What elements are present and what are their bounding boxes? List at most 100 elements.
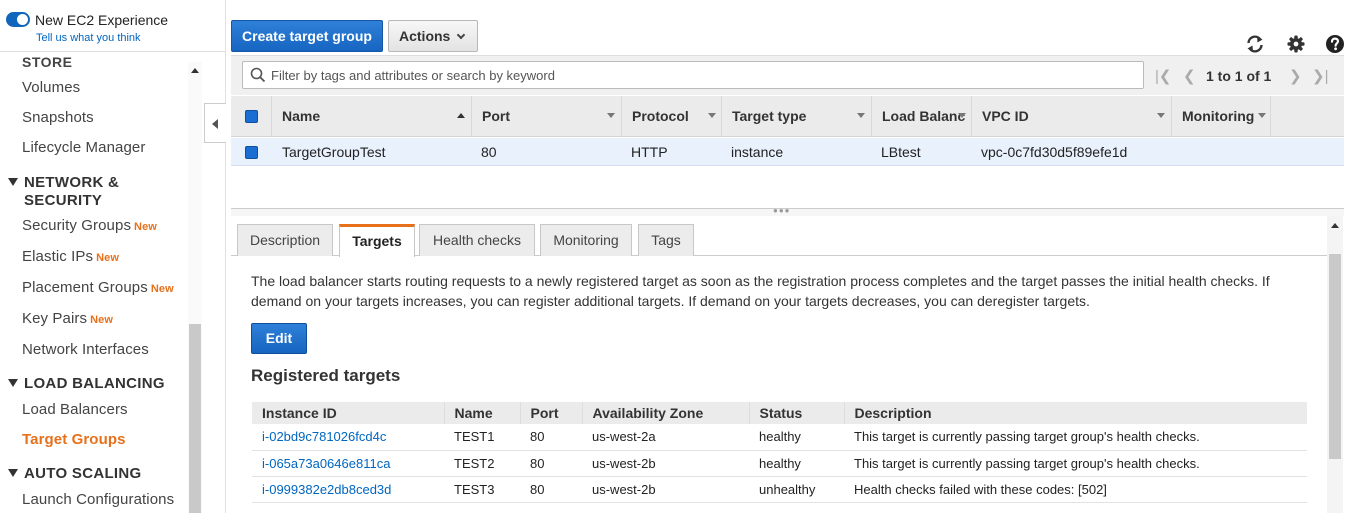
column-header-name[interactable]: Name <box>443 402 520 424</box>
last-page-icon[interactable]: ❯| <box>1312 67 1328 85</box>
sidebar-item-placement-groups[interactable]: Placement Groups New <box>22 279 174 296</box>
cell-availability-zone: us-west-2b <box>582 450 749 477</box>
table-row[interactable]: TargetGroupTest 80 HTTP instance LBtest … <box>231 138 1344 166</box>
scrollbar-thumb[interactable] <box>189 324 201 513</box>
column-header-target-type[interactable]: Target type <box>721 96 871 137</box>
scroll-up-icon[interactable] <box>191 68 199 73</box>
column-header-status[interactable]: Status <box>748 402 844 424</box>
column-header-name[interactable]: Name <box>271 96 471 137</box>
actions-dropdown-button[interactable]: Actions <box>388 20 478 52</box>
column-header-availability-zone[interactable]: Availability Zone <box>581 402 749 424</box>
gear-icon[interactable] <box>1286 34 1306 54</box>
sidebar-heading-auto-scaling[interactable]: AUTO SCALING <box>8 465 142 483</box>
sidebar-item-target-groups[interactable]: Target Groups <box>22 431 126 448</box>
column-header-port[interactable]: Port <box>519 402 582 424</box>
search-box[interactable] <box>242 61 1144 89</box>
registered-targets-table: Instance ID Name Port Availability Zone … <box>252 402 1307 503</box>
table-row: i-0999382e2db8ced3d TEST3 80 us-west-2b … <box>252 476 1307 503</box>
edit-button[interactable]: Edit <box>251 323 307 354</box>
instance-id-link[interactable]: i-0999382e2db8ced3d <box>252 476 444 503</box>
tab-description[interactable]: Description <box>237 224 333 256</box>
new-experience-panel: New EC2 Experience Tell us what you thin… <box>0 0 225 52</box>
column-header-load-balancer[interactable]: Load Balanc <box>871 96 971 137</box>
cell-port: 80 <box>481 144 497 160</box>
instance-id-link[interactable]: i-02bd9c781026fcd4c <box>252 424 444 451</box>
cell-vpc-id: vpc-0c7fd30d5f89efe1d <box>981 144 1128 160</box>
refresh-icon[interactable] <box>1245 34 1265 54</box>
column-menu-icon <box>1157 113 1165 118</box>
sidebar-item-security-groups[interactable]: Security Groups New <box>22 217 157 234</box>
column-header-instance-id[interactable]: Instance ID <box>252 402 444 424</box>
instance-id-link[interactable]: i-065a73a0646e811ca <box>252 450 444 477</box>
chevron-down-icon <box>457 30 466 40</box>
new-badge: New <box>90 314 114 326</box>
tab-monitoring[interactable]: Monitoring <box>540 224 632 256</box>
next-page-icon[interactable]: ❯ <box>1289 67 1302 85</box>
sidebar-heading-load-balancing[interactable]: LOAD BALANCING <box>8 375 165 393</box>
help-icon[interactable] <box>1325 34 1345 54</box>
cell-target-type: instance <box>731 144 784 160</box>
sidebar-item-volumes[interactable]: Volumes <box>22 79 80 96</box>
sidebar: STORE Volumes Snapshots Lifecycle Manage… <box>0 0 226 513</box>
cell-availability-zone: us-west-2a <box>582 424 749 451</box>
cell-description: This target is currently passing target … <box>844 450 1307 477</box>
table-header-row: Instance ID Name Port Availability Zone … <box>252 402 1307 424</box>
sidebar-heading-network-security[interactable]: NETWORK & SECURITY <box>8 174 119 210</box>
cell-status: unhealthy <box>749 476 844 503</box>
cell-availability-zone: us-west-2b <box>582 476 749 503</box>
target-groups-grid-header: Name Port Protocol Target type Load Bala… <box>231 96 1344 137</box>
tab-health-checks[interactable]: Health checks <box>419 224 535 256</box>
cell-port: 80 <box>520 424 582 451</box>
tab-targets[interactable]: Targets <box>339 224 415 257</box>
collapse-triangle-icon <box>8 379 18 387</box>
create-target-group-button[interactable]: Create target group <box>231 20 383 52</box>
grip-dots-icon: ●●● <box>773 206 791 215</box>
pagination: |❮ ❮ 1 to 1 of 1 ❯ ❯| <box>1155 67 1345 87</box>
collapse-triangle-icon <box>8 178 18 186</box>
column-header-protocol[interactable]: Protocol <box>621 96 721 137</box>
cell-port: 80 <box>520 450 582 477</box>
search-input[interactable] <box>271 65 1131 85</box>
detail-scrollbar[interactable] <box>1327 216 1343 513</box>
cell-description: This target is currently passing target … <box>844 424 1307 451</box>
sidebar-item-lifecycle-manager[interactable]: Lifecycle Manager <box>22 139 145 156</box>
filter-bar: |❮ ❮ 1 to 1 of 1 ❯ ❯| <box>231 55 1344 95</box>
cell-name: TEST3 <box>444 476 520 503</box>
previous-page-icon[interactable]: ❮ <box>1183 67 1196 85</box>
new-badge: New <box>134 221 157 233</box>
sort-ascending-icon <box>457 113 465 118</box>
sidebar-item-elastic-ips[interactable]: Elastic IPs New <box>22 248 119 265</box>
detail-tabs: Description Targets Health checks Monito… <box>231 216 1327 257</box>
targets-description: The load balancer starts routing request… <box>251 273 1270 309</box>
sidebar-scrollbar[interactable] <box>188 62 202 513</box>
sidebar-item-key-pairs[interactable]: Key Pairs New <box>22 310 113 327</box>
row-checkbox[interactable] <box>245 146 258 159</box>
column-header-description[interactable]: Description <box>843 402 1307 424</box>
pagination-text: 1 to 1 of 1 <box>1206 68 1272 84</box>
new-badge: New <box>150 283 174 295</box>
cell-name: TEST1 <box>444 424 520 451</box>
scroll-up-icon[interactable] <box>1331 223 1339 228</box>
sidebar-item-load-balancers[interactable]: Load Balancers <box>22 401 128 418</box>
sidebar-item-snapshots[interactable]: Snapshots <box>22 109 94 126</box>
tab-tags[interactable]: Tags <box>638 224 694 256</box>
scrollbar-thumb[interactable] <box>1329 254 1341 459</box>
column-header-port[interactable]: Port <box>471 96 621 137</box>
new-badge: New <box>96 252 120 264</box>
new-experience-toggle[interactable] <box>6 12 30 27</box>
select-all-checkbox[interactable] <box>245 110 258 123</box>
new-experience-label: New EC2 Experience <box>35 12 169 28</box>
feedback-link[interactable]: Tell us what you think <box>36 32 141 44</box>
sidebar-item-network-interfaces[interactable]: Network Interfaces <box>22 341 149 358</box>
cell-status: healthy <box>749 450 844 477</box>
first-page-icon[interactable]: |❮ <box>1155 67 1171 85</box>
column-header-monitoring[interactable]: Monitoring <box>1171 96 1271 137</box>
sidebar-item-launch-configurations[interactable]: Launch Configurations <box>22 491 174 508</box>
table-row: i-065a73a0646e811ca TEST2 80 us-west-2b … <box>252 450 1307 477</box>
cell-load-balancer: LBtest <box>881 144 921 160</box>
panel-resize-handle[interactable]: ●●● <box>231 206 1344 216</box>
column-header-vpc-id[interactable]: VPC ID <box>971 96 1171 137</box>
collapse-sidebar-button[interactable] <box>204 103 226 143</box>
sidebar-heading-store: STORE <box>22 54 73 70</box>
column-menu-icon <box>857 113 865 118</box>
